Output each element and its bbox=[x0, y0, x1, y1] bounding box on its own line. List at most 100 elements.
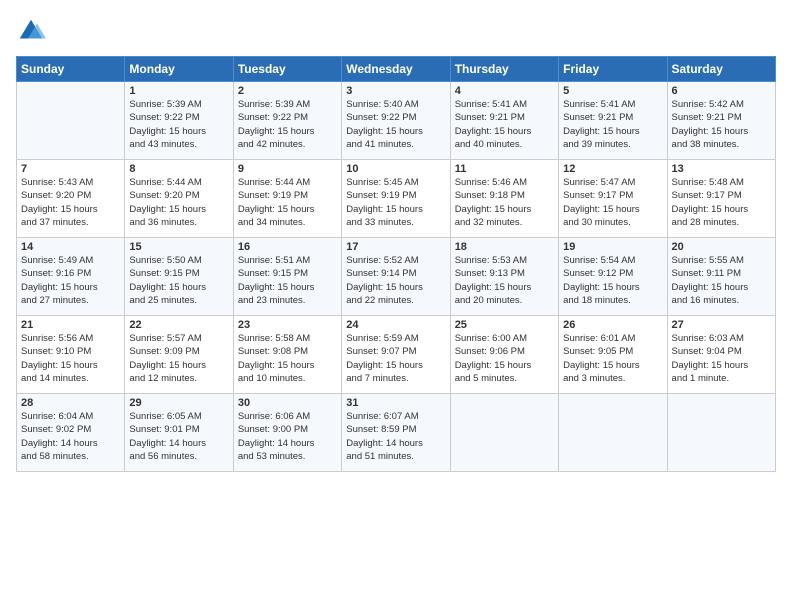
day-info: Sunrise: 6:00 AMSunset: 9:06 PMDaylight:… bbox=[455, 332, 554, 385]
calendar-cell: 18Sunrise: 5:53 AMSunset: 9:13 PMDayligh… bbox=[450, 238, 558, 316]
day-number: 10 bbox=[346, 163, 445, 175]
day-number: 1 bbox=[129, 85, 228, 97]
day-header-thursday: Thursday bbox=[450, 57, 558, 82]
day-header-sunday: Sunday bbox=[17, 57, 125, 82]
day-info: Sunrise: 5:39 AMSunset: 9:22 PMDaylight:… bbox=[129, 98, 228, 151]
day-number: 31 bbox=[346, 397, 445, 409]
day-number: 2 bbox=[238, 85, 337, 97]
day-number: 3 bbox=[346, 85, 445, 97]
day-number: 6 bbox=[672, 85, 771, 97]
calendar-week-row: 1Sunrise: 5:39 AMSunset: 9:22 PMDaylight… bbox=[17, 82, 776, 160]
calendar-week-row: 21Sunrise: 5:56 AMSunset: 9:10 PMDayligh… bbox=[17, 316, 776, 394]
calendar-cell: 24Sunrise: 5:59 AMSunset: 9:07 PMDayligh… bbox=[342, 316, 450, 394]
day-number: 14 bbox=[21, 241, 120, 253]
calendar-week-row: 14Sunrise: 5:49 AMSunset: 9:16 PMDayligh… bbox=[17, 238, 776, 316]
calendar-week-row: 28Sunrise: 6:04 AMSunset: 9:02 PMDayligh… bbox=[17, 394, 776, 472]
day-number: 5 bbox=[563, 85, 662, 97]
day-info: Sunrise: 5:59 AMSunset: 9:07 PMDaylight:… bbox=[346, 332, 445, 385]
calendar-cell: 2Sunrise: 5:39 AMSunset: 9:22 PMDaylight… bbox=[233, 82, 341, 160]
day-number: 25 bbox=[455, 319, 554, 331]
day-info: Sunrise: 6:07 AMSunset: 8:59 PMDaylight:… bbox=[346, 410, 445, 463]
day-info: Sunrise: 5:39 AMSunset: 9:22 PMDaylight:… bbox=[238, 98, 337, 151]
calendar-cell: 30Sunrise: 6:06 AMSunset: 9:00 PMDayligh… bbox=[233, 394, 341, 472]
header bbox=[16, 16, 776, 46]
calendar-cell: 16Sunrise: 5:51 AMSunset: 9:15 PMDayligh… bbox=[233, 238, 341, 316]
day-info: Sunrise: 5:50 AMSunset: 9:15 PMDaylight:… bbox=[129, 254, 228, 307]
calendar-cell: 6Sunrise: 5:42 AMSunset: 9:21 PMDaylight… bbox=[667, 82, 775, 160]
calendar-cell: 9Sunrise: 5:44 AMSunset: 9:19 PMDaylight… bbox=[233, 160, 341, 238]
day-info: Sunrise: 5:56 AMSunset: 9:10 PMDaylight:… bbox=[21, 332, 120, 385]
day-info: Sunrise: 5:48 AMSunset: 9:17 PMDaylight:… bbox=[672, 176, 771, 229]
calendar-cell bbox=[667, 394, 775, 472]
calendar-cell: 15Sunrise: 5:50 AMSunset: 9:15 PMDayligh… bbox=[125, 238, 233, 316]
day-number: 13 bbox=[672, 163, 771, 175]
calendar-cell: 14Sunrise: 5:49 AMSunset: 9:16 PMDayligh… bbox=[17, 238, 125, 316]
calendar-cell: 10Sunrise: 5:45 AMSunset: 9:19 PMDayligh… bbox=[342, 160, 450, 238]
day-number: 30 bbox=[238, 397, 337, 409]
day-info: Sunrise: 6:01 AMSunset: 9:05 PMDaylight:… bbox=[563, 332, 662, 385]
day-info: Sunrise: 5:40 AMSunset: 9:22 PMDaylight:… bbox=[346, 98, 445, 151]
day-info: Sunrise: 5:41 AMSunset: 9:21 PMDaylight:… bbox=[563, 98, 662, 151]
day-info: Sunrise: 5:52 AMSunset: 9:14 PMDaylight:… bbox=[346, 254, 445, 307]
day-header-monday: Monday bbox=[125, 57, 233, 82]
calendar-cell: 22Sunrise: 5:57 AMSunset: 9:09 PMDayligh… bbox=[125, 316, 233, 394]
day-info: Sunrise: 6:05 AMSunset: 9:01 PMDaylight:… bbox=[129, 410, 228, 463]
day-number: 11 bbox=[455, 163, 554, 175]
calendar-cell: 19Sunrise: 5:54 AMSunset: 9:12 PMDayligh… bbox=[559, 238, 667, 316]
calendar-cell: 11Sunrise: 5:46 AMSunset: 9:18 PMDayligh… bbox=[450, 160, 558, 238]
calendar-cell: 4Sunrise: 5:41 AMSunset: 9:21 PMDaylight… bbox=[450, 82, 558, 160]
day-number: 28 bbox=[21, 397, 120, 409]
day-number: 16 bbox=[238, 241, 337, 253]
calendar-cell: 8Sunrise: 5:44 AMSunset: 9:20 PMDaylight… bbox=[125, 160, 233, 238]
day-number: 29 bbox=[129, 397, 228, 409]
day-number: 23 bbox=[238, 319, 337, 331]
calendar-cell: 31Sunrise: 6:07 AMSunset: 8:59 PMDayligh… bbox=[342, 394, 450, 472]
day-info: Sunrise: 6:04 AMSunset: 9:02 PMDaylight:… bbox=[21, 410, 120, 463]
calendar-table: SundayMondayTuesdayWednesdayThursdayFrid… bbox=[16, 56, 776, 472]
day-info: Sunrise: 5:57 AMSunset: 9:09 PMDaylight:… bbox=[129, 332, 228, 385]
day-number: 4 bbox=[455, 85, 554, 97]
day-number: 18 bbox=[455, 241, 554, 253]
day-info: Sunrise: 5:58 AMSunset: 9:08 PMDaylight:… bbox=[238, 332, 337, 385]
day-info: Sunrise: 5:49 AMSunset: 9:16 PMDaylight:… bbox=[21, 254, 120, 307]
day-info: Sunrise: 5:53 AMSunset: 9:13 PMDaylight:… bbox=[455, 254, 554, 307]
day-info: Sunrise: 6:03 AMSunset: 9:04 PMDaylight:… bbox=[672, 332, 771, 385]
calendar-cell: 26Sunrise: 6:01 AMSunset: 9:05 PMDayligh… bbox=[559, 316, 667, 394]
calendar-cell: 12Sunrise: 5:47 AMSunset: 9:17 PMDayligh… bbox=[559, 160, 667, 238]
calendar-cell: 21Sunrise: 5:56 AMSunset: 9:10 PMDayligh… bbox=[17, 316, 125, 394]
day-number: 7 bbox=[21, 163, 120, 175]
calendar-cell: 13Sunrise: 5:48 AMSunset: 9:17 PMDayligh… bbox=[667, 160, 775, 238]
calendar-cell: 5Sunrise: 5:41 AMSunset: 9:21 PMDaylight… bbox=[559, 82, 667, 160]
day-info: Sunrise: 5:41 AMSunset: 9:21 PMDaylight:… bbox=[455, 98, 554, 151]
calendar-cell bbox=[450, 394, 558, 472]
calendar-cell: 1Sunrise: 5:39 AMSunset: 9:22 PMDaylight… bbox=[125, 82, 233, 160]
day-number: 22 bbox=[129, 319, 228, 331]
day-number: 20 bbox=[672, 241, 771, 253]
calendar-cell: 7Sunrise: 5:43 AMSunset: 9:20 PMDaylight… bbox=[17, 160, 125, 238]
day-info: Sunrise: 5:51 AMSunset: 9:15 PMDaylight:… bbox=[238, 254, 337, 307]
day-number: 21 bbox=[21, 319, 120, 331]
calendar-cell: 17Sunrise: 5:52 AMSunset: 9:14 PMDayligh… bbox=[342, 238, 450, 316]
day-number: 8 bbox=[129, 163, 228, 175]
day-info: Sunrise: 6:06 AMSunset: 9:00 PMDaylight:… bbox=[238, 410, 337, 463]
day-number: 27 bbox=[672, 319, 771, 331]
day-info: Sunrise: 5:43 AMSunset: 9:20 PMDaylight:… bbox=[21, 176, 120, 229]
calendar-cell: 28Sunrise: 6:04 AMSunset: 9:02 PMDayligh… bbox=[17, 394, 125, 472]
calendar-cell: 27Sunrise: 6:03 AMSunset: 9:04 PMDayligh… bbox=[667, 316, 775, 394]
day-header-tuesday: Tuesday bbox=[233, 57, 341, 82]
day-number: 12 bbox=[563, 163, 662, 175]
day-header-saturday: Saturday bbox=[667, 57, 775, 82]
day-number: 15 bbox=[129, 241, 228, 253]
calendar-week-row: 7Sunrise: 5:43 AMSunset: 9:20 PMDaylight… bbox=[17, 160, 776, 238]
calendar-cell: 23Sunrise: 5:58 AMSunset: 9:08 PMDayligh… bbox=[233, 316, 341, 394]
calendar-cell bbox=[17, 82, 125, 160]
logo-icon bbox=[16, 16, 46, 46]
day-number: 17 bbox=[346, 241, 445, 253]
day-number: 9 bbox=[238, 163, 337, 175]
day-info: Sunrise: 5:42 AMSunset: 9:21 PMDaylight:… bbox=[672, 98, 771, 151]
day-number: 26 bbox=[563, 319, 662, 331]
day-info: Sunrise: 5:54 AMSunset: 9:12 PMDaylight:… bbox=[563, 254, 662, 307]
day-info: Sunrise: 5:46 AMSunset: 9:18 PMDaylight:… bbox=[455, 176, 554, 229]
day-info: Sunrise: 5:44 AMSunset: 9:19 PMDaylight:… bbox=[238, 176, 337, 229]
day-header-friday: Friday bbox=[559, 57, 667, 82]
